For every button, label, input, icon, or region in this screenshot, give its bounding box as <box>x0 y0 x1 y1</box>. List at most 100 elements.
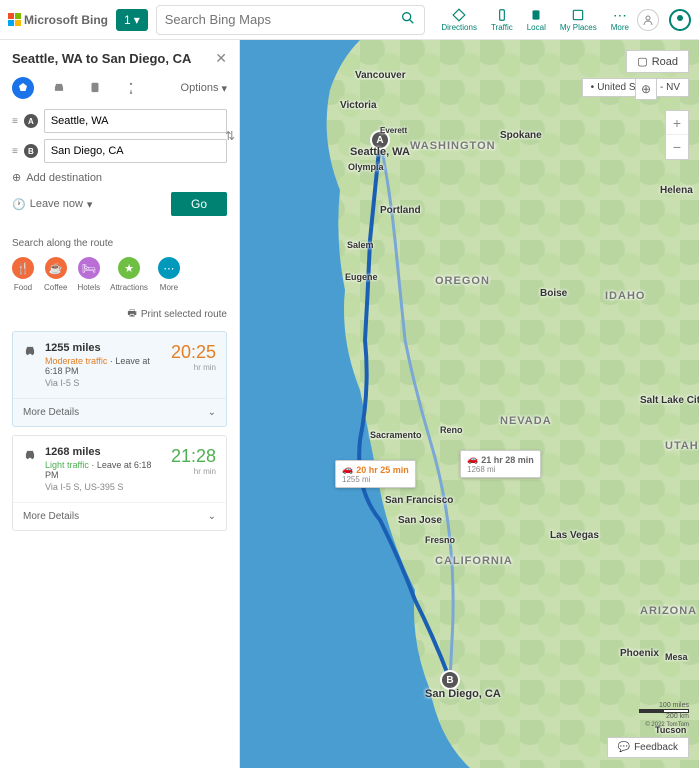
city-label: Boise <box>540 288 567 299</box>
car-icon <box>23 448 37 465</box>
pin-b-label: San Diego, CA <box>425 688 501 700</box>
chevron-down-icon: ▾ <box>87 198 93 211</box>
city-label: Reno <box>440 425 463 435</box>
car-icon: 🚗 <box>342 464 353 475</box>
nav-more[interactable]: ⋯More <box>611 8 629 32</box>
close-icon[interactable]: ✕ <box>215 50 227 67</box>
layers-icon: ▢ <box>637 55 647 68</box>
options-link[interactable]: Options ▾ <box>181 82 227 95</box>
state-label: UTAH <box>665 440 699 452</box>
print-route[interactable]: 🖶 Print selected route <box>12 306 227 323</box>
locate-button[interactable]: ⊕ <box>635 78 657 100</box>
pin-b-icon: B <box>24 144 38 158</box>
state-label: ARIZONA <box>640 605 697 617</box>
state-label: WASHINGTON <box>410 140 496 152</box>
cat-coffee[interactable]: ☕Coffee <box>44 257 67 292</box>
zoom-out[interactable]: − <box>666 135 688 159</box>
attractions-icon: ★ <box>118 257 140 279</box>
waypoint-a-input[interactable] <box>44 109 227 133</box>
traffic-level: Light traffic <box>45 460 89 470</box>
route-tooltip-2[interactable]: 🚗 21 hr 28 min 1268 mi <box>460 450 541 478</box>
city-label: Vancouver <box>355 70 406 81</box>
chat-icon: 💬 <box>618 742 630 753</box>
cat-hotels[interactable]: 🛏Hotels <box>77 257 100 292</box>
waypoint-b-input[interactable] <box>44 139 227 163</box>
feedback-button[interactable]: 💬 Feedback <box>607 737 689 758</box>
go-button[interactable]: Go <box>171 192 227 216</box>
map-pin-b[interactable]: B <box>440 670 460 690</box>
travel-modes: Options ▾ <box>12 77 227 99</box>
account-icon[interactable] <box>637 9 659 31</box>
food-icon: 🍴 <box>12 257 34 279</box>
print-icon: 🖶 <box>127 306 136 323</box>
search-input[interactable] <box>165 12 401 27</box>
city-label: Eugene <box>345 272 378 282</box>
state-label: CALIFORNIA <box>435 555 513 567</box>
city-label: Sacramento <box>370 430 422 440</box>
zoom-in[interactable]: + <box>666 111 688 135</box>
cat-attractions[interactable]: ★Attractions <box>110 257 148 292</box>
cat-food[interactable]: 🍴Food <box>12 257 34 292</box>
chevron-down-icon: ▾ <box>221 82 227 95</box>
chevron-down-icon: ⌄ <box>208 511 216 522</box>
route-2[interactable]: 1268 miles Light traffic · Leave at 6:18… <box>12 435 227 531</box>
more-details-2[interactable]: More Details ⌄ <box>13 502 226 530</box>
map-canvas[interactable]: A Seattle, WA B San Diego, CA Vancouver … <box>240 40 699 768</box>
state-label: NEVADA <box>500 415 552 427</box>
route-via: Via I-5 S, US-395 S <box>45 482 163 492</box>
add-destination[interactable]: ⊕ Add destination <box>12 171 227 184</box>
waypoint-a: ≡ A <box>12 109 227 133</box>
mode-driving[interactable] <box>12 77 34 99</box>
map-layer-button[interactable]: ▢ Road <box>626 50 689 73</box>
city-label: San Jose <box>398 515 442 526</box>
city-label: Phoenix <box>620 648 659 659</box>
nav-myplaces[interactable]: My Places <box>560 8 597 32</box>
nav-directions[interactable]: Directions <box>441 8 477 32</box>
zoom-control: + − <box>665 110 689 160</box>
nav-local[interactable]: Local <box>527 8 546 32</box>
waypoint-b: ≡ B <box>12 139 227 163</box>
plus-icon: ⊕ <box>12 171 21 184</box>
traffic-level: Moderate traffic <box>45 356 107 366</box>
route-tooltip-1[interactable]: 🚗 20 hr 25 min 1255 mi <box>335 460 416 488</box>
logo-text: Microsoft Bing <box>24 13 108 27</box>
city-label: Victoria <box>340 100 377 111</box>
logo[interactable]: Microsoft Bing <box>8 13 108 27</box>
panel-title: Seattle, WA to San Diego, CA <box>12 51 191 66</box>
city-label: Olympia <box>348 162 384 172</box>
car-icon: 🚗 <box>467 454 478 465</box>
search-icon[interactable] <box>400 10 416 29</box>
city-label: Portland <box>380 205 421 216</box>
swap-icon[interactable]: ⇅ <box>225 129 235 143</box>
car-icon <box>23 344 37 361</box>
city-label: Mesa <box>665 652 688 662</box>
mode-walking[interactable] <box>120 77 142 99</box>
city-label: Spokane <box>500 130 542 141</box>
rewards-icon[interactable] <box>669 9 691 31</box>
leave-now-dropdown[interactable]: 🕐 Leave now ▾ <box>12 198 92 211</box>
mode-car[interactable] <box>48 77 70 99</box>
search-bar[interactable] <box>156 5 426 35</box>
header-nav: Directions Traffic Local My Places ⋯More <box>441 8 629 32</box>
chevron-down-icon: ▾ <box>134 13 140 27</box>
top-bar: Microsoft Bing 1 ▾ Directions Traffic Lo… <box>0 0 699 40</box>
category-row: 🍴Food ☕Coffee 🛏Hotels ★Attractions ⋯More <box>12 257 227 292</box>
more-details-1[interactable]: More Details ⌄ <box>13 398 226 426</box>
route-1[interactable]: 1255 miles Moderate traffic · Leave at 6… <box>12 331 227 427</box>
city-label: Salem <box>347 240 374 250</box>
nav-traffic[interactable]: Traffic <box>491 8 513 32</box>
route-distance: 1268 miles <box>45 446 163 458</box>
route-distance: 1255 miles <box>45 342 163 354</box>
mode-transit[interactable] <box>84 77 106 99</box>
tab-button[interactable]: 1 ▾ <box>116 9 148 31</box>
search-along-label: Search along the route <box>12 238 227 249</box>
cat-more[interactable]: ⋯More <box>158 257 180 292</box>
microsoft-icon <box>8 13 21 26</box>
scale-bar: 100 miles 200 km © 2022 TomTom <box>639 702 689 728</box>
route-via: Via I-5 S <box>45 378 163 388</box>
clock-icon: 🕐 <box>12 198 26 211</box>
pin-a-label: Seattle, WA <box>350 146 410 158</box>
city-label: San Francisco <box>385 495 453 506</box>
hotel-icon: 🛏 <box>78 257 100 279</box>
tab-count: 1 <box>124 13 131 27</box>
